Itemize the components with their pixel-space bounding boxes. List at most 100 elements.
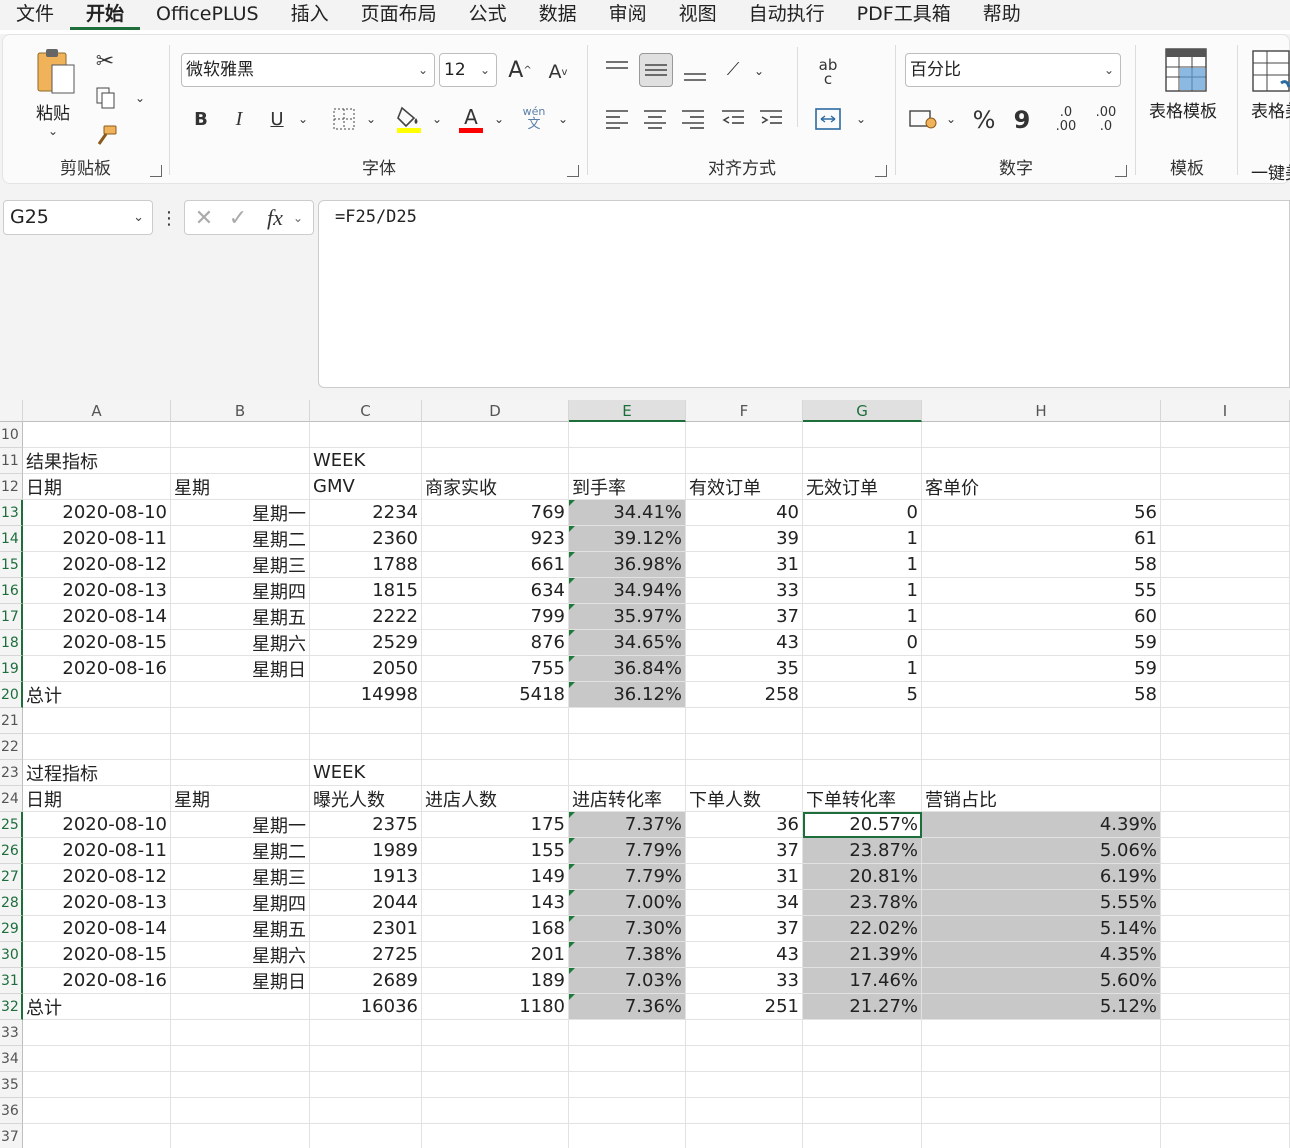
column-header-i[interactable]: I (1161, 400, 1290, 422)
data-cell[interactable]: 2044 (310, 890, 422, 916)
cell[interactable] (803, 422, 922, 448)
column-label[interactable]: 到手率 (569, 474, 686, 500)
cell[interactable] (1161, 864, 1290, 890)
data-cell[interactable]: 7.03% (569, 968, 686, 994)
cell[interactable] (422, 1020, 569, 1046)
data-cell[interactable]: 2360 (310, 526, 422, 552)
menu-item[interactable]: 插入 (275, 0, 345, 30)
row-header[interactable]: 17 (0, 604, 23, 630)
menu-item[interactable]: 数据 (523, 0, 593, 30)
column-label[interactable]: 日期 (23, 474, 171, 500)
data-cell[interactable]: 2020-08-12 (23, 864, 171, 890)
data-cell[interactable]: 876 (422, 630, 569, 656)
data-cell[interactable]: 星期日 (171, 968, 310, 994)
cell[interactable] (1161, 1046, 1290, 1072)
data-cell[interactable]: 2301 (310, 916, 422, 942)
cell[interactable] (310, 1098, 422, 1124)
cell[interactable] (1161, 890, 1290, 916)
cell[interactable] (171, 734, 310, 760)
data-cell[interactable]: 星期四 (171, 890, 310, 916)
data-cell[interactable]: 2234 (310, 500, 422, 526)
column-label[interactable]: 进店人数 (422, 786, 569, 812)
row-header[interactable]: 21 (0, 708, 23, 734)
total-cell[interactable] (171, 994, 310, 1020)
cell[interactable] (422, 760, 569, 786)
column-label[interactable]: 商家实收 (422, 474, 569, 500)
total-cell[interactable]: 16036 (310, 994, 422, 1020)
cell[interactable] (1161, 604, 1290, 630)
formula-input[interactable]: =F25/D25 (318, 200, 1290, 388)
total-cell[interactable]: 58 (922, 682, 1161, 708)
data-cell[interactable]: 34.41% (569, 500, 686, 526)
column-label[interactable]: GMV (310, 474, 422, 500)
cell[interactable] (686, 760, 803, 786)
data-cell[interactable]: 星期二 (171, 526, 310, 552)
table-title[interactable]: 结果指标 (23, 448, 171, 474)
cell[interactable] (686, 734, 803, 760)
row-header[interactable]: 28 (0, 890, 23, 916)
data-cell[interactable]: 7.79% (569, 864, 686, 890)
paste-button[interactable]: 粘贴 (36, 99, 70, 124)
merge-dropdown-icon[interactable]: ⌄ (853, 109, 869, 129)
cell[interactable] (23, 1072, 171, 1098)
number-format-select[interactable]: 百分比 ⌄ (905, 53, 1121, 87)
format-painter-icon[interactable] (93, 123, 119, 149)
column-header-a[interactable]: A (23, 400, 171, 422)
data-cell[interactable]: 星期一 (171, 500, 310, 526)
cell[interactable] (1161, 1124, 1290, 1148)
fill-color-dropdown-icon[interactable]: ⌄ (429, 109, 445, 129)
data-cell[interactable]: 2020-08-16 (23, 656, 171, 682)
data-cell[interactable]: 6.19% (922, 864, 1161, 890)
data-cell[interactable]: 1913 (310, 864, 422, 890)
cell[interactable] (171, 708, 310, 734)
align-top-icon[interactable] (603, 55, 631, 83)
copy-dropdown-icon[interactable]: ⌄ (131, 89, 149, 107)
underline-button[interactable]: U (265, 105, 289, 133)
row-header[interactable]: 35 (0, 1072, 23, 1098)
cell[interactable] (1161, 968, 1290, 994)
data-cell[interactable]: 149 (422, 864, 569, 890)
cell[interactable] (803, 1124, 922, 1148)
data-cell[interactable]: 2020-08-16 (23, 968, 171, 994)
cell[interactable] (569, 448, 686, 474)
row-header[interactable]: 13 (0, 500, 23, 526)
menu-item[interactable]: 文件 (0, 0, 70, 30)
cell[interactable] (171, 1124, 310, 1148)
cell[interactable] (922, 1046, 1161, 1072)
data-cell[interactable]: 43 (686, 630, 803, 656)
total-cell[interactable]: 1180 (422, 994, 569, 1020)
column-label[interactable]: 营销占比 (922, 786, 1161, 812)
data-cell[interactable]: 星期六 (171, 630, 310, 656)
data-cell[interactable]: 1 (803, 604, 922, 630)
table-beautify-button[interactable]: 表格美 (1251, 97, 1290, 122)
data-cell[interactable]: 37 (686, 838, 803, 864)
orientation-icon[interactable]: ⟋ (719, 55, 747, 83)
data-cell[interactable]: 星期五 (171, 916, 310, 942)
row-header[interactable]: 24 (0, 786, 23, 812)
data-cell[interactable]: 2020-08-13 (23, 578, 171, 604)
cell[interactable] (569, 422, 686, 448)
align-bottom-icon[interactable] (681, 59, 709, 87)
row-header[interactable]: 37 (0, 1124, 23, 1148)
cell[interactable] (23, 1124, 171, 1148)
column-label[interactable]: 下单人数 (686, 786, 803, 812)
row-header[interactable]: 14 (0, 526, 23, 552)
data-cell[interactable]: 星期二 (171, 838, 310, 864)
cell[interactable] (803, 1046, 922, 1072)
cell[interactable] (569, 1046, 686, 1072)
bold-button[interactable]: B (189, 105, 213, 133)
week-label[interactable]: WEEK (310, 760, 422, 786)
data-cell[interactable]: 189 (422, 968, 569, 994)
cell[interactable] (422, 1072, 569, 1098)
cell[interactable] (1161, 526, 1290, 552)
total-cell[interactable] (171, 682, 310, 708)
column-header-d[interactable]: D (422, 400, 569, 422)
cell[interactable] (922, 1124, 1161, 1148)
total-cell[interactable]: 251 (686, 994, 803, 1020)
menu-item[interactable]: 视图 (663, 0, 733, 30)
cell[interactable] (1161, 994, 1290, 1020)
cell[interactable] (1161, 474, 1290, 500)
cell[interactable] (803, 1098, 922, 1124)
comma-style-button[interactable]: 9 (1009, 105, 1035, 135)
data-cell[interactable]: 7.30% (569, 916, 686, 942)
